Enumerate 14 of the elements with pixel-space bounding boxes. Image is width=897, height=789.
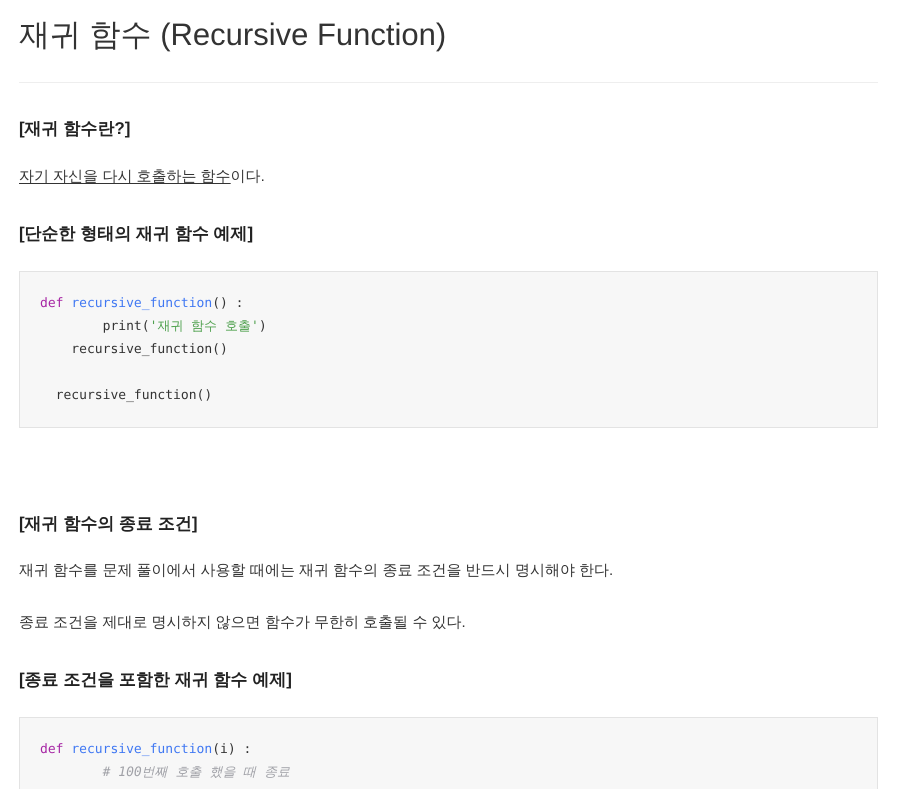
section-heading: [재귀 함수란?] xyxy=(19,118,130,140)
paragraph: 재귀 함수를 문제 풀이에서 사용할 때에는 재귀 함수의 종료 조건을 반드시 명시해야 한다. xyxy=(19,561,614,581)
section-heading: [단순한 형태의 재귀 함수 예제] xyxy=(19,223,254,245)
code-line: recursive_function() xyxy=(54,386,212,404)
section-heading: [종료 조건을 포함한 재귀 함수 예제] xyxy=(19,669,292,691)
code-line: # 100번째 호출 했을 때 종료 xyxy=(102,764,290,782)
code-line: print('재귀 함수 호출') xyxy=(102,318,267,336)
code-line: recursive_function() xyxy=(70,340,228,358)
paragraph: 종료 조건을 제대로 명시하지 않으면 함수가 무한히 호출될 수 있다. xyxy=(19,612,466,632)
code-line: def recursive_function(i) : xyxy=(40,740,252,758)
section-heading: [재귀 함수의 종료 조건] xyxy=(19,512,198,534)
paragraph: 자기 자신을 다시 호출하는 함수이다. xyxy=(19,166,265,186)
page-title: 재귀 함수 (Recursive Function) xyxy=(19,16,446,54)
code-line: def recursive_function() : xyxy=(40,294,244,312)
